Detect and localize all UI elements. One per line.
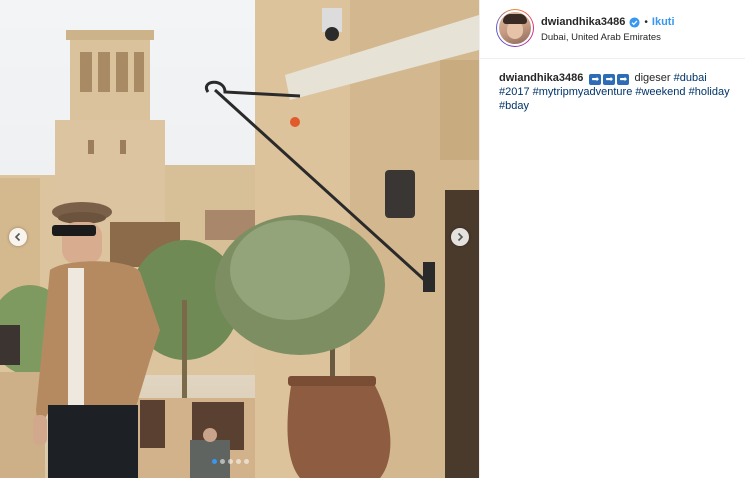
instagram-post: dwiandhika3486 • Ikuti Dubai, United Ara… <box>0 0 745 478</box>
photo-scene <box>0 0 479 478</box>
hashtag-link[interactable]: #holiday <box>689 86 730 98</box>
separator-dot: • <box>644 16 648 28</box>
location-link[interactable]: Dubai, United Arab Emirates <box>541 32 661 43</box>
caption-username[interactable]: dwiandhika3486 <box>499 72 583 84</box>
carousel-dot <box>236 459 241 464</box>
carousel-prev-button[interactable] <box>9 228 27 246</box>
carousel-dot <box>220 459 225 464</box>
chevron-left-icon <box>14 232 21 242</box>
post-header: dwiandhika3486 • Ikuti Dubai, United Ara… <box>480 0 745 59</box>
post-side-panel: dwiandhika3486 • Ikuti Dubai, United Ara… <box>479 0 745 478</box>
hashtag-link[interactable]: #bday <box>499 100 529 112</box>
carousel-indicator <box>212 459 249 464</box>
username-link[interactable]: dwiandhika3486 <box>541 16 625 28</box>
carousel-dot <box>228 459 233 464</box>
post-photo[interactable] <box>0 0 479 478</box>
hashtag-link[interactable]: #weekend <box>635 86 685 98</box>
username-row: dwiandhika3486 • Ikuti <box>541 16 675 28</box>
avatar[interactable] <box>496 9 534 47</box>
hashtag-link[interactable]: #2017 <box>499 86 530 98</box>
hashtag-link[interactable]: #mytripmyadventure <box>533 86 633 98</box>
follow-button[interactable]: Ikuti <box>652 16 675 28</box>
post-caption: dwiandhika3486 ➡ ➡ ➡ digeser #dubai #2017 … <box>499 71 731 113</box>
verified-badge-icon <box>629 16 640 28</box>
avatar-image <box>497 10 533 46</box>
carousel-next-button[interactable] <box>451 228 469 246</box>
carousel-dot <box>212 459 217 464</box>
chevron-right-icon <box>457 232 464 242</box>
hashtag-link[interactable]: #dubai <box>674 72 707 84</box>
arrow-right-emoji-icon: ➡ <box>603 74 616 85</box>
arrow-right-emoji-icon: ➡ <box>617 74 630 85</box>
carousel-dot <box>244 459 249 464</box>
arrow-right-emoji-icon: ➡ <box>589 74 602 85</box>
caption-text: digeser <box>634 72 671 84</box>
